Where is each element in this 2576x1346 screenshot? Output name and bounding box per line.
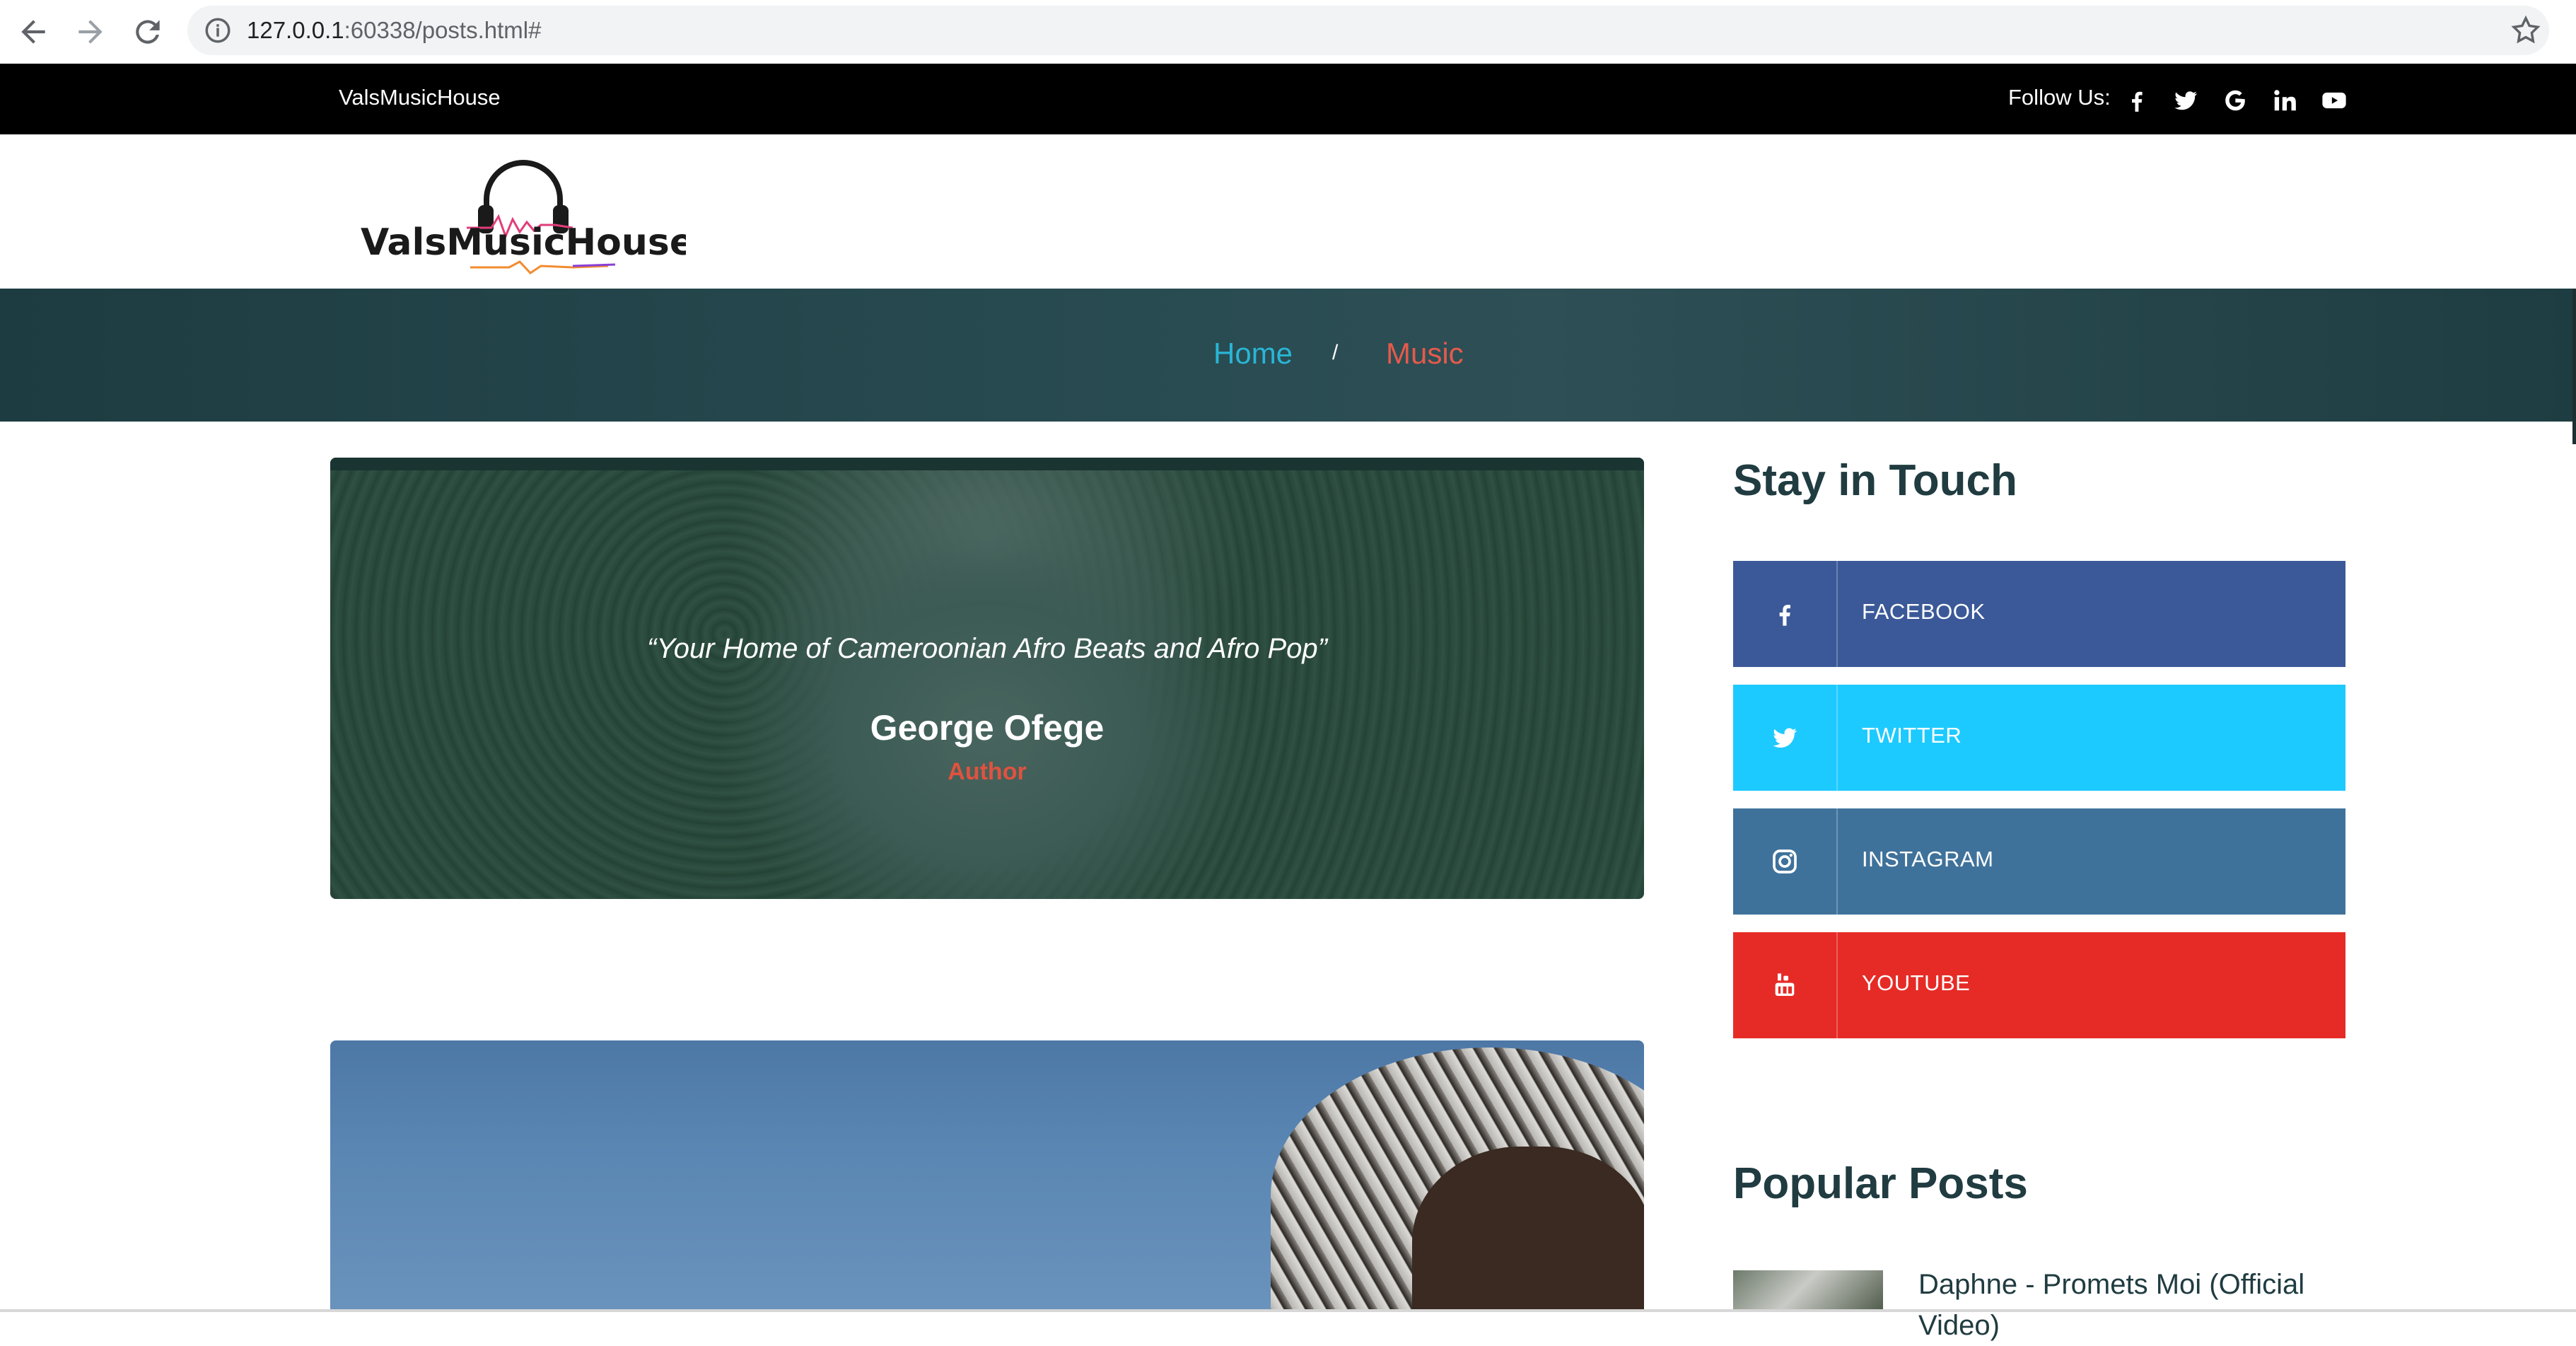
post-quote: “Your Home of Cameroonian Afro Beats and… bbox=[647, 633, 1327, 664]
address-bar[interactable]: 127.0.0.1:60338/posts.html# bbox=[187, 6, 2549, 55]
top-social-bar: ValsMusicHouse Follow Us: bbox=[0, 64, 2576, 134]
twitter-icon[interactable] bbox=[2172, 87, 2199, 114]
follow-us-label: Follow Us: bbox=[2008, 85, 2111, 110]
url-path: :60338/posts.html# bbox=[344, 17, 542, 43]
popular-posts-heading: Popular Posts bbox=[1733, 1159, 2028, 1208]
facebook-button-label: FACEBOOK bbox=[1862, 599, 1986, 624]
google-icon[interactable] bbox=[2222, 87, 2249, 114]
breadcrumb-home-link[interactable]: Home bbox=[1213, 337, 1293, 371]
youtube-icon[interactable] bbox=[2321, 87, 2348, 114]
breadcrumb-separator: / bbox=[1332, 341, 1339, 364]
image-overlay bbox=[330, 458, 1644, 899]
url-host: 127.0.0.1 bbox=[247, 17, 344, 43]
facebook-icon bbox=[1733, 561, 1838, 667]
logo-text: ValsMusicHouse bbox=[361, 221, 686, 264]
twitter-button-label: TWITTER bbox=[1862, 723, 1962, 748]
back-arrow-icon[interactable] bbox=[16, 14, 51, 50]
facebook-icon[interactable] bbox=[2123, 87, 2150, 114]
stay-in-touch-heading: Stay in Touch bbox=[1733, 456, 2017, 505]
site-logo[interactable]: ValsMusicHouse bbox=[361, 149, 686, 276]
viewport-bottom-edge bbox=[0, 1309, 2576, 1312]
youtube-button[interactable]: YOUTUBE bbox=[1733, 932, 2345, 1038]
reload-icon[interactable] bbox=[130, 14, 165, 50]
instagram-button-label: INSTAGRAM bbox=[1862, 847, 1994, 871]
author-role: Author bbox=[948, 758, 1027, 785]
forward-arrow-icon[interactable] bbox=[73, 14, 108, 50]
linkedin-icon[interactable] bbox=[2271, 87, 2298, 114]
breadcrumb-current: Music bbox=[1386, 337, 1464, 370]
post-card-image[interactable] bbox=[330, 1040, 1644, 1312]
breadcrumb: Home / Music bbox=[0, 289, 2576, 422]
site-brand-text[interactable]: ValsMusicHouse bbox=[339, 85, 501, 110]
info-icon[interactable] bbox=[203, 16, 233, 45]
header-logo-area: ValsMusicHouse bbox=[0, 134, 2576, 289]
youtube-icon bbox=[1733, 932, 1838, 1038]
scroll-edge bbox=[2572, 289, 2576, 444]
popular-post-title[interactable]: Daphne - Promets Moi (Official Video) bbox=[1918, 1264, 2350, 1346]
bookmark-star-icon[interactable] bbox=[2510, 14, 2542, 47]
twitter-button[interactable]: TWITTER bbox=[1733, 685, 2345, 791]
facebook-button[interactable]: FACEBOOK bbox=[1733, 561, 2345, 667]
youtube-button-label: YOUTUBE bbox=[1862, 970, 1971, 995]
instagram-button[interactable]: INSTAGRAM bbox=[1733, 808, 2345, 915]
twitter-icon bbox=[1733, 685, 1838, 791]
post-photo-face bbox=[1412, 1147, 1644, 1312]
author-name: George Ofege bbox=[870, 708, 1105, 748]
url-text: 127.0.0.1:60338/posts.html# bbox=[247, 17, 541, 44]
post-card-hero[interactable]: “Your Home of Cameroonian Afro Beats and… bbox=[330, 458, 1644, 899]
instagram-icon bbox=[1733, 808, 1838, 915]
browser-toolbar: 127.0.0.1:60338/posts.html# bbox=[0, 0, 2576, 64]
popular-post-thumbnail[interactable] bbox=[1733, 1270, 1883, 1312]
